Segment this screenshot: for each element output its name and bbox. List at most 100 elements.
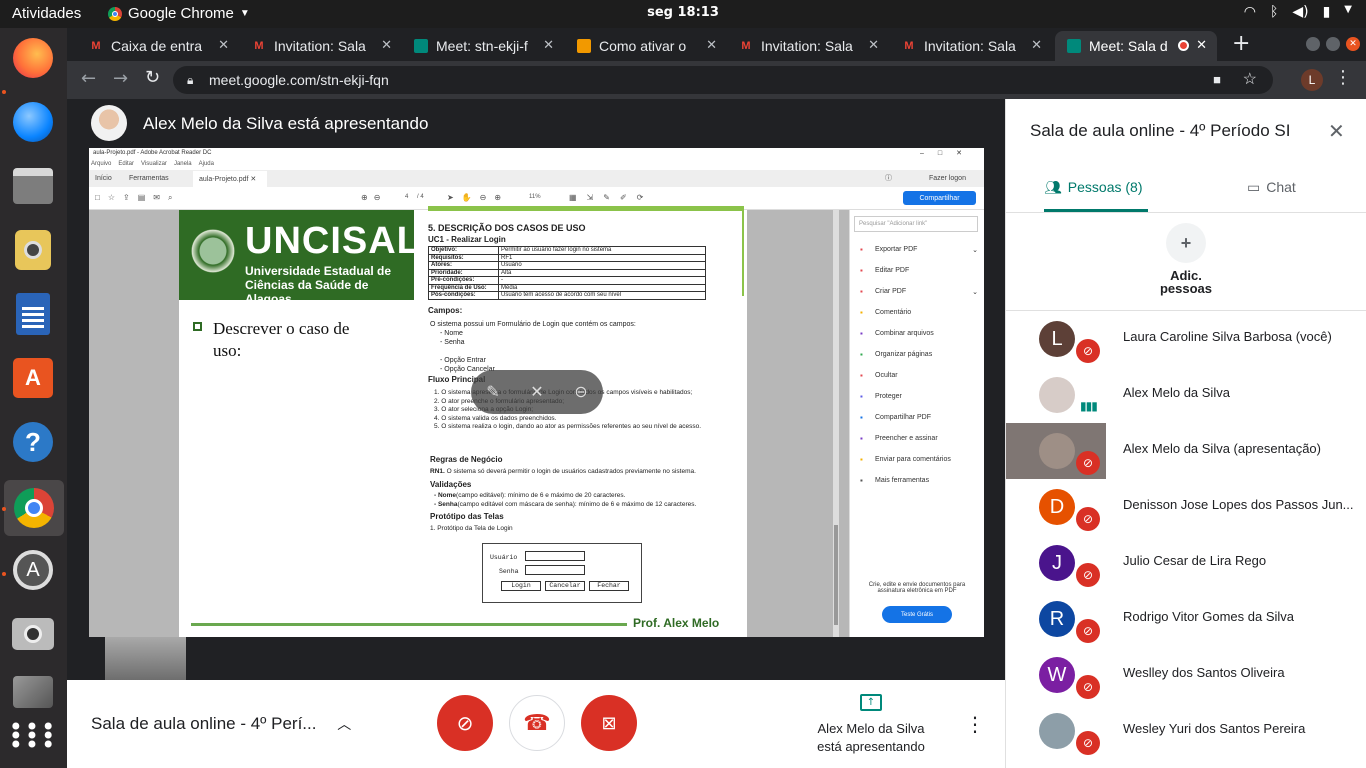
- browser-tab-strip: M Caixa de entra ✕ M Invitation: Sala ✕ Meet…: [67, 28, 1366, 61]
- mic-muted-icon: ⊘: [1076, 339, 1100, 363]
- new-tab-icon[interactable]: +: [1232, 31, 1250, 56]
- campos-item: - Nome: [440, 330, 463, 337]
- writer-icon[interactable]: [9, 290, 57, 338]
- tabs-divider: [1006, 212, 1366, 213]
- thunderbird-icon[interactable]: [9, 98, 57, 146]
- participant-row[interactable]: ▮▮▮ Alex Melo da Silva: [1006, 367, 1366, 423]
- wifi-icon: ◠: [1243, 4, 1256, 20]
- participant-row[interactable]: L ⊘ Laura Caroline Silva Barbosa (você): [1006, 311, 1366, 367]
- browser-tab[interactable]: Meet: stn-ekji-f ✕: [402, 31, 564, 61]
- add-people-button[interactable]: + Adic. pessoas: [1148, 223, 1224, 295]
- pdf-nav-icons: ⊕⊖: [361, 193, 387, 202]
- participant-row[interactable]: R ⊘ Rodrigo Vitor Gomes da Silva: [1006, 591, 1366, 647]
- rhythmbox-icon[interactable]: [9, 226, 57, 274]
- url-text: meet.google.com/stn-ekji-fqn: [209, 72, 389, 88]
- maximize-window-icon[interactable]: [1326, 37, 1340, 51]
- leave-call-button[interactable]: ☎: [509, 695, 565, 751]
- close-tab-icon[interactable]: ✕: [1031, 37, 1042, 53]
- pdf-tool-item: ▪ Exportar PDF ⌄: [860, 245, 978, 254]
- participant-name: Denisson Jose Lopes dos Passos Jun...: [1123, 497, 1354, 512]
- campos-list: O sistema possui um Formulário de Login …: [430, 320, 636, 374]
- camera-toggle-button[interactable]: ⊠: [581, 695, 637, 751]
- forward-icon[interactable]: →: [113, 68, 128, 89]
- browser-tab-active[interactable]: Meet: Sala d ✕: [1055, 31, 1217, 61]
- bookmark-star-icon[interactable]: ☆: [1243, 66, 1257, 94]
- camera-icon[interactable]: [9, 610, 57, 658]
- pdf-tool-icon: ▪: [860, 350, 863, 359]
- presenting-status[interactable]: Alex Melo da Silva está apresentando: [787, 720, 955, 756]
- tab-chat[interactable]: ▭ Chat: [1247, 179, 1296, 196]
- firefox-icon[interactable]: [9, 34, 57, 82]
- use-case-table: Objetivo: Permitir ao usuário fazer login…: [428, 246, 706, 300]
- pdf-tool-item: ▪ Proteger: [860, 392, 902, 401]
- tab-people[interactable]: 👥︎ Pessoas (8): [1044, 179, 1142, 196]
- system-top-bar: Atividades Google Chrome ▼ seg 18:13 ◠ ᛒ…: [0, 0, 1366, 28]
- chrome-icon[interactable]: [4, 480, 64, 536]
- use-case-table-row: Atores: Usuário: [428, 261, 706, 270]
- close-tab-icon[interactable]: ✕: [706, 37, 717, 53]
- participant-row[interactable]: ⊘ Wesley Yuri dos Santos Pereira: [1006, 703, 1366, 759]
- gmail-icon: M: [904, 40, 914, 52]
- pdf-titlebar: aula-Projeto.pdf - Adobe Acrobat Reader …: [89, 148, 984, 162]
- more-options-icon[interactable]: ⋮: [965, 712, 985, 736]
- pdf-tool-icon: ▪: [860, 434, 863, 443]
- close-tab-icon[interactable]: ✕: [543, 37, 554, 53]
- mic-muted-icon: ⊘: [1076, 451, 1100, 475]
- use-case-field-value: RF1: [498, 253, 706, 262]
- settings-icon[interactable]: [9, 668, 57, 716]
- files-icon[interactable]: [9, 162, 57, 210]
- profile-avatar[interactable]: L: [1301, 69, 1323, 91]
- present-now-icon[interactable]: ↑: [860, 694, 882, 711]
- close-window-icon[interactable]: ✕: [1346, 37, 1360, 51]
- camera-in-use-icon[interactable]: ■: [1213, 66, 1221, 94]
- add-person-icon: +: [1166, 223, 1206, 263]
- browser-tab[interactable]: Como ativar o ✕: [565, 31, 727, 61]
- pdf-tool-icon: ▪: [860, 329, 863, 338]
- presenter-avatar: [91, 105, 127, 141]
- browser-tab[interactable]: M Caixa de entra ✕: [77, 31, 239, 61]
- pin-icon[interactable]: ✎: [486, 382, 499, 402]
- pdf-doc-tab: aula-Projeto.pdf ✕: [193, 171, 267, 187]
- minimize-window-icon[interactable]: [1306, 37, 1320, 51]
- close-panel-icon[interactable]: ✕: [1328, 119, 1345, 143]
- remove-icon[interactable]: ⊖: [574, 382, 587, 402]
- participant-row[interactable]: J ⊘ Julio Cesar de Lira Rego: [1006, 535, 1366, 591]
- pdf-scrollbar[interactable]: [833, 210, 839, 637]
- microphone-toggle-button[interactable]: ⊘: [437, 695, 493, 751]
- meeting-details-button[interactable]: Sala de aula online - 4º Perí... ︿: [91, 714, 351, 734]
- participant-row[interactable]: W ⊘ Weslley dos Santos Oliveira: [1006, 647, 1366, 703]
- dock-running-indicator: [2, 90, 6, 94]
- participant-name: Wesley Yuri dos Santos Pereira: [1123, 721, 1306, 736]
- address-bar[interactable]: 🔒︎ meet.google.com/stn-ekji-fqn ■ ☆: [173, 66, 1273, 94]
- participant-row[interactable]: D ⊘ Denisson Jose Lopes dos Passos Jun...: [1006, 479, 1366, 535]
- browser-tab[interactable]: M Invitation: Sala ✕: [727, 31, 889, 61]
- participant-row[interactable]: ⊘ Alex Melo da Silva (apresentação): [1006, 423, 1366, 479]
- back-icon[interactable]: ←: [81, 68, 96, 89]
- software-icon[interactable]: A: [9, 354, 57, 402]
- pdf-tool-item: ▪ Ocultar: [860, 371, 898, 380]
- login-mockup: Usuário Senha Login Cancelar Fechar: [482, 543, 642, 603]
- self-view-thumbnail[interactable]: [105, 637, 186, 680]
- app-menu[interactable]: Google Chrome ▼: [108, 5, 250, 22]
- apps-grid-icon[interactable]: ••• ••• •••: [9, 712, 57, 760]
- chrome-menu-icon[interactable]: ⋮: [1334, 67, 1352, 88]
- reload-icon[interactable]: ↻: [145, 67, 160, 88]
- floating-share-controls[interactable]: ✎ ✕ ⊖: [471, 370, 603, 414]
- close-tab-icon[interactable]: ✕: [218, 37, 229, 53]
- close-tab-icon[interactable]: ✕: [868, 37, 879, 53]
- browser-tab[interactable]: M Invitation: Sala ✕: [890, 31, 1052, 61]
- close-tab-icon[interactable]: ✕: [381, 37, 392, 53]
- mute-icon[interactable]: ✕: [530, 382, 543, 402]
- people-panel: Sala de aula online - 4º Período SI ✕ 👥︎…: [1005, 99, 1366, 768]
- help-icon[interactable]: ?: [9, 418, 57, 466]
- browser-toolbar: ← → ↻ 🔒︎ meet.google.com/stn-ekji-fqn ■ …: [67, 61, 1366, 99]
- use-case-field-label: Pós-condições:: [428, 291, 499, 300]
- updater-icon[interactable]: A: [9, 546, 57, 594]
- close-tab-icon[interactable]: ✕: [1196, 37, 1207, 53]
- browser-tab[interactable]: M Invitation: Sala ✕: [240, 31, 402, 61]
- system-tray[interactable]: ◠ ᛒ ◀) ▮ ▼: [1244, 4, 1352, 20]
- pdf-tool-item: ▪ Compartilhar PDF: [860, 413, 932, 422]
- pdf-tool-icon: ▪: [860, 308, 863, 317]
- activities-button[interactable]: Atividades: [12, 5, 81, 22]
- pdf-tools-list: ▪ Exportar PDF ⌄ ▪ Editar PDF ▪ Criar PDF ⌄ ▪ Com…: [860, 239, 978, 491]
